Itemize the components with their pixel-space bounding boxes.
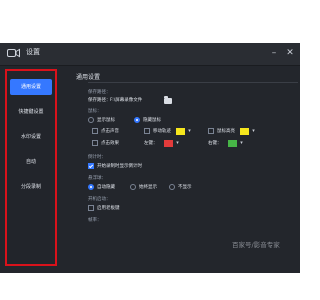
click-sound-label: 点击声音 [101, 129, 119, 134]
hide-mouse-label: 隐藏鼠标 [143, 118, 161, 123]
left-key-label: 左键： [144, 141, 158, 146]
right-key-color-swatch[interactable] [228, 140, 237, 147]
hide-mouse-radio[interactable] [134, 117, 140, 123]
source-watermark: 百家号/影音专家 [232, 241, 280, 249]
cursor-highlight-label: 鼠标高亮 [217, 129, 235, 134]
countdown-checkbox[interactable] [88, 163, 94, 169]
chevron-down-icon[interactable]: ▾ [186, 128, 193, 135]
auto-hide-radio[interactable] [88, 184, 94, 190]
always-show-label: 始终显示 [139, 185, 157, 190]
sidebar-item-label: 快捷键设置 [18, 109, 44, 115]
countdown-heading: 倒计时： [88, 155, 106, 160]
startup-heading: 开机启动： [88, 197, 111, 202]
auto-hide-label: 自动隐藏 [97, 185, 115, 190]
float-ball-heading: 悬浮球： [88, 176, 106, 181]
click-effect-label: 点击效果 [101, 141, 119, 146]
right-key-label: 右键： [208, 141, 222, 146]
chevron-down-icon[interactable]: ▾ [238, 140, 245, 147]
sidebar-item-auto[interactable]: 自动 [10, 154, 52, 170]
sidebar-item-label: 通用设置 [20, 84, 41, 90]
move-track-checkbox[interactable] [144, 128, 150, 134]
move-track-label: 移动轨迹 [153, 129, 171, 134]
always-show-radio[interactable] [130, 184, 136, 190]
cursor-highlight-checkbox[interactable] [208, 128, 214, 134]
sidebar-item-label: 自动 [25, 159, 36, 165]
boss-key-label: 启用老板键 [97, 206, 120, 211]
close-icon[interactable]: ✕ [284, 47, 296, 59]
track-color-swatch[interactable] [176, 128, 185, 135]
section-divider [88, 82, 298, 83]
sidebar-item-label: 分段录制 [20, 184, 41, 190]
save-path-value[interactable]: F:\屏幕录像文件 [110, 97, 142, 103]
boss-key-checkbox[interactable] [88, 205, 94, 211]
mouse-heading: 鼠标： [88, 109, 102, 114]
sidebar-item-general[interactable]: 通用设置 [10, 79, 52, 95]
section-title: 通用设置 [76, 74, 101, 81]
save-path-label: 保存路径： [88, 98, 111, 103]
window-title: 设置 [26, 48, 40, 56]
sidebar-item-segment[interactable]: 分段录制 [10, 179, 52, 195]
framerate-heading: 帧率： [88, 218, 102, 223]
countdown-label: 开始录制时显示倒计时 [97, 164, 142, 169]
left-key-color-swatch[interactable] [164, 140, 173, 147]
no-show-label: 不显示 [178, 185, 192, 190]
sidebar-item-hotkeys[interactable]: 快捷键设置 [10, 104, 52, 120]
click-sound-checkbox[interactable] [92, 128, 98, 134]
click-effect-checkbox[interactable] [92, 140, 98, 146]
no-show-radio[interactable] [169, 184, 175, 190]
title-bar: 设置 – ✕ [0, 43, 300, 66]
chevron-down-icon[interactable]: ▾ [174, 140, 181, 147]
sidebar-item-watermark[interactable]: 水印设置 [10, 129, 52, 145]
minimize-icon[interactable]: – [268, 47, 280, 59]
show-mouse-radio[interactable] [88, 117, 94, 123]
sidebar-item-label: 水印设置 [20, 134, 41, 140]
settings-sidebar: 通用设置 快捷键设置 水印设置 自动 分段录制 [5, 69, 57, 266]
show-mouse-label: 显示鼠标 [97, 118, 115, 123]
highlight-color-swatch[interactable] [240, 128, 249, 135]
save-path-heading: 保存路径： [88, 90, 111, 95]
screenshot-stage: 设置 – ✕ 通用设置 快捷键设置 水印设置 自动 分段录制 通用设置 保存路径… [0, 0, 300, 300]
folder-icon[interactable] [164, 96, 172, 104]
chevron-down-icon[interactable]: ▾ [250, 128, 257, 135]
camera-icon [7, 48, 20, 58]
